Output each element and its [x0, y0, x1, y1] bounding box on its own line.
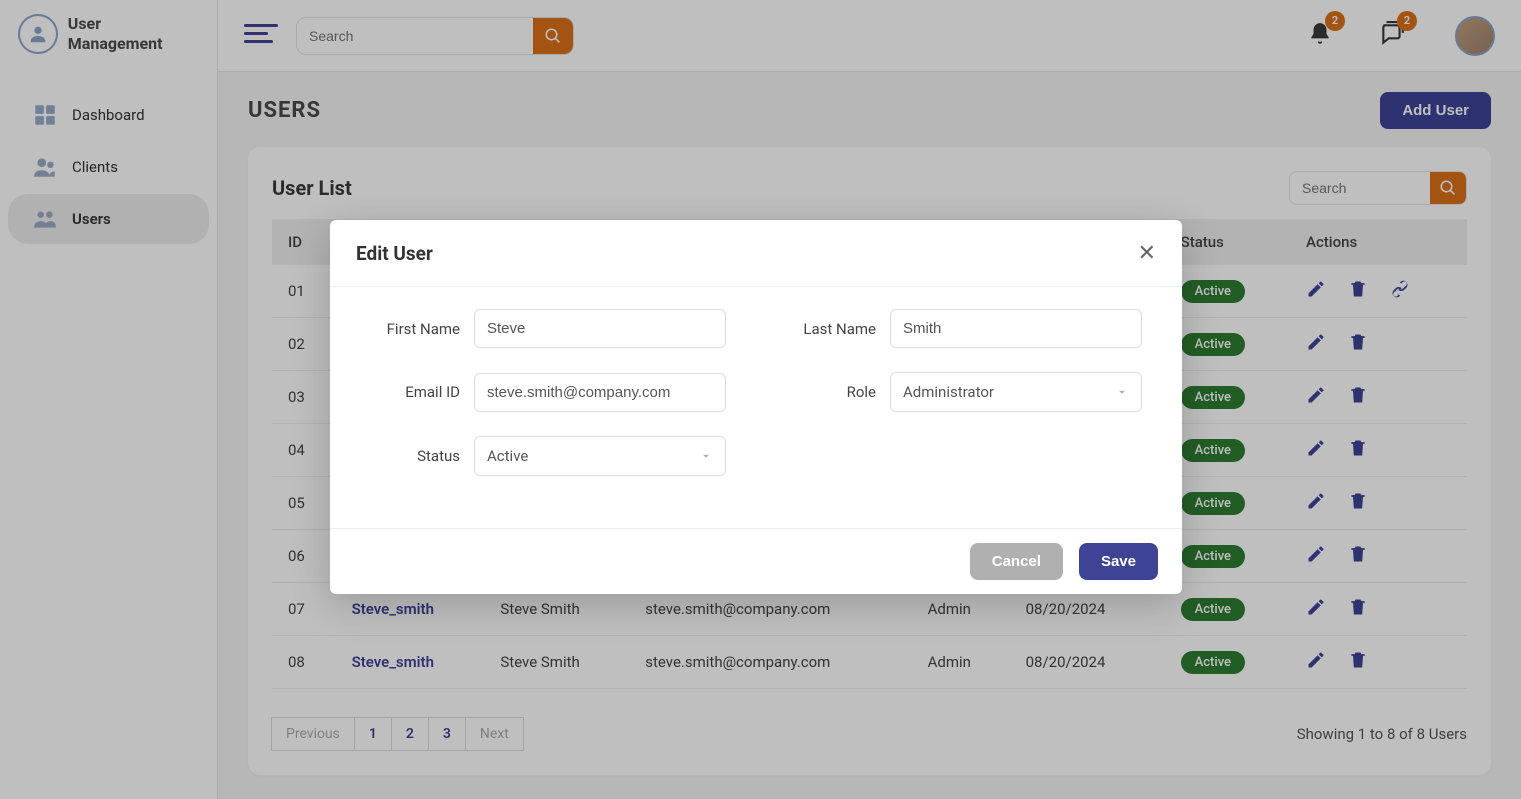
role-select[interactable]: Administrator — [890, 372, 1142, 412]
modal-close-button[interactable]: ✕ — [1138, 240, 1156, 266]
chevron-down-icon — [699, 449, 713, 463]
status-select[interactable]: Active — [474, 436, 726, 476]
last-name-label: Last Name — [786, 320, 876, 338]
close-icon: ✕ — [1138, 240, 1156, 265]
save-button[interactable]: Save — [1079, 543, 1158, 580]
role-select-value: Administrator — [903, 383, 994, 401]
role-label: Role — [786, 383, 876, 401]
email-label: Email ID — [370, 383, 460, 401]
modal-title: Edit User — [356, 242, 433, 265]
first-name-input[interactable] — [474, 309, 726, 348]
chevron-down-icon — [1115, 385, 1129, 399]
edit-user-modal: Edit User ✕ First Name Last Name Email I… — [330, 220, 1182, 594]
cancel-button[interactable]: Cancel — [970, 543, 1063, 580]
first-name-label: First Name — [370, 320, 460, 338]
last-name-input[interactable] — [890, 309, 1142, 348]
status-select-value: Active — [487, 447, 528, 465]
email-input[interactable] — [474, 373, 726, 412]
status-label: Status — [370, 447, 460, 465]
